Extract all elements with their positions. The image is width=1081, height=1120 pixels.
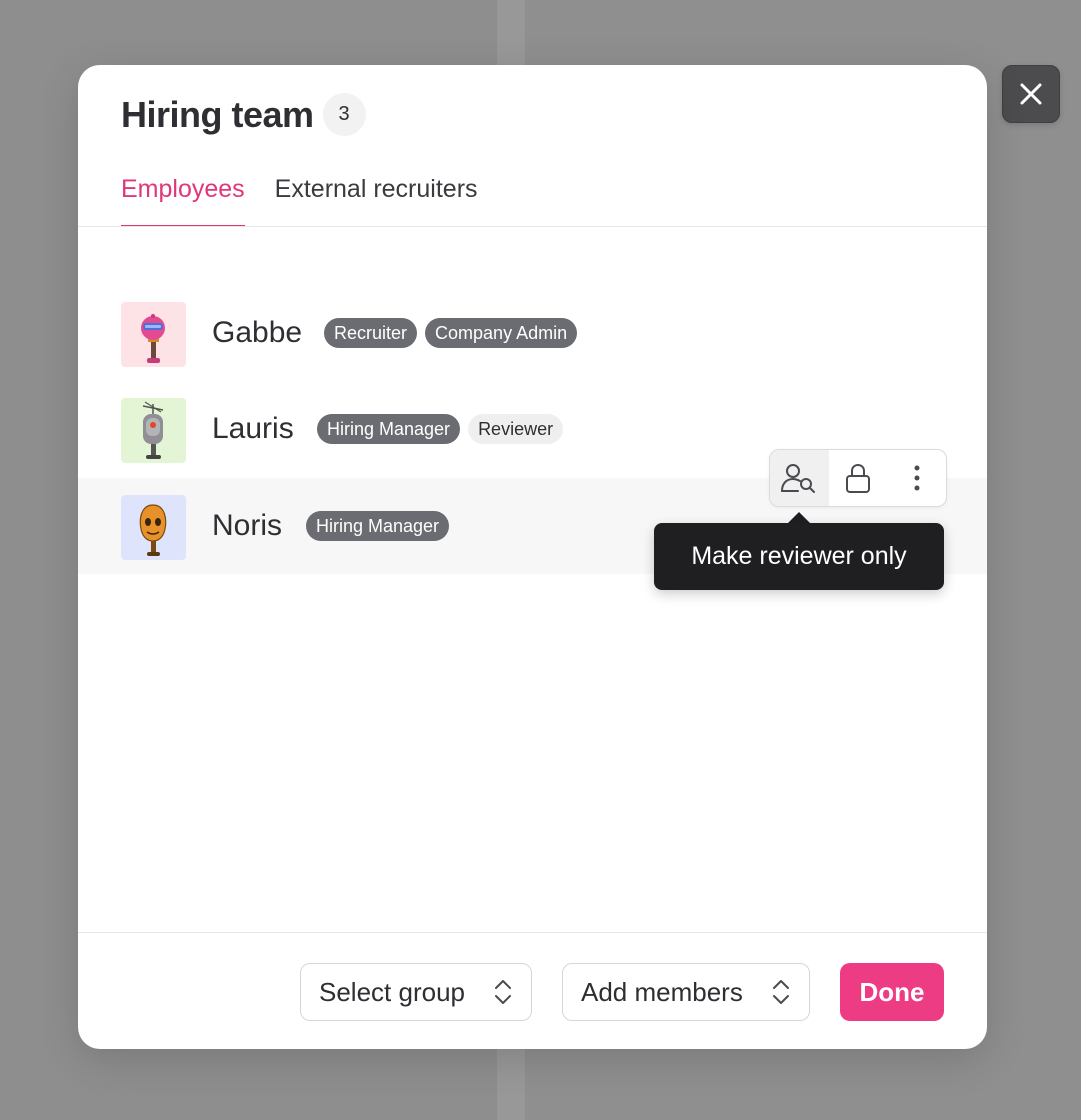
member-count-badge: 3 bbox=[322, 93, 366, 136]
role-chip: Company Admin bbox=[425, 318, 578, 348]
tooltip: Make reviewer only bbox=[654, 523, 944, 590]
add-members-label: Add members bbox=[581, 976, 743, 1007]
close-modal-button[interactable] bbox=[1002, 65, 1060, 123]
reviewer-search-icon bbox=[781, 464, 816, 493]
chevron-up-down-icon bbox=[773, 980, 789, 1004]
add-members-dropdown[interactable]: Add members bbox=[562, 963, 810, 1021]
tab-bar: Employees External recruiters bbox=[121, 171, 508, 227]
modal-header: Hiring team 3 bbox=[121, 93, 366, 136]
hiring-team-modal: Hiring team 3 Employees External recruit… bbox=[78, 65, 987, 1049]
orange-robot-avatar bbox=[121, 495, 186, 560]
close-icon bbox=[1020, 83, 1042, 105]
make-reviewer-button[interactable] bbox=[770, 450, 829, 506]
member-name: Gabbe bbox=[212, 316, 303, 349]
tabs-divider bbox=[78, 226, 987, 227]
more-options-button[interactable] bbox=[887, 450, 946, 506]
role-chips: Hiring Manager Reviewer bbox=[317, 414, 564, 444]
footer-divider bbox=[78, 932, 987, 933]
role-chip: Recruiter bbox=[324, 318, 418, 348]
role-chip: Hiring Manager bbox=[306, 511, 450, 541]
select-group-dropdown[interactable]: Select group bbox=[300, 963, 532, 1021]
role-chip: Hiring Manager bbox=[317, 414, 461, 444]
role-chip: Reviewer bbox=[468, 414, 564, 444]
modal-title: Hiring team bbox=[121, 93, 314, 135]
more-vertical-icon bbox=[914, 465, 920, 491]
tab-employees[interactable]: Employees bbox=[121, 171, 245, 227]
member-name: Noris bbox=[212, 509, 283, 542]
select-group-label: Select group bbox=[319, 976, 465, 1007]
row-action-toolbar bbox=[769, 449, 947, 507]
tab-external-recruiters[interactable]: External recruiters bbox=[275, 171, 478, 227]
gray-robot-avatar bbox=[121, 398, 186, 463]
member-row-gabbe[interactable]: Gabbe Recruiter Company Admin bbox=[78, 285, 987, 381]
member-name: Lauris bbox=[212, 412, 294, 445]
chevron-up-down-icon bbox=[495, 980, 511, 1004]
lock-icon bbox=[846, 463, 870, 493]
role-chips: Hiring Manager bbox=[306, 511, 450, 541]
lock-button[interactable] bbox=[829, 450, 888, 506]
role-chips: Recruiter Company Admin bbox=[324, 318, 578, 348]
pink-robot-avatar bbox=[121, 302, 186, 367]
done-button[interactable]: Done bbox=[840, 963, 944, 1021]
